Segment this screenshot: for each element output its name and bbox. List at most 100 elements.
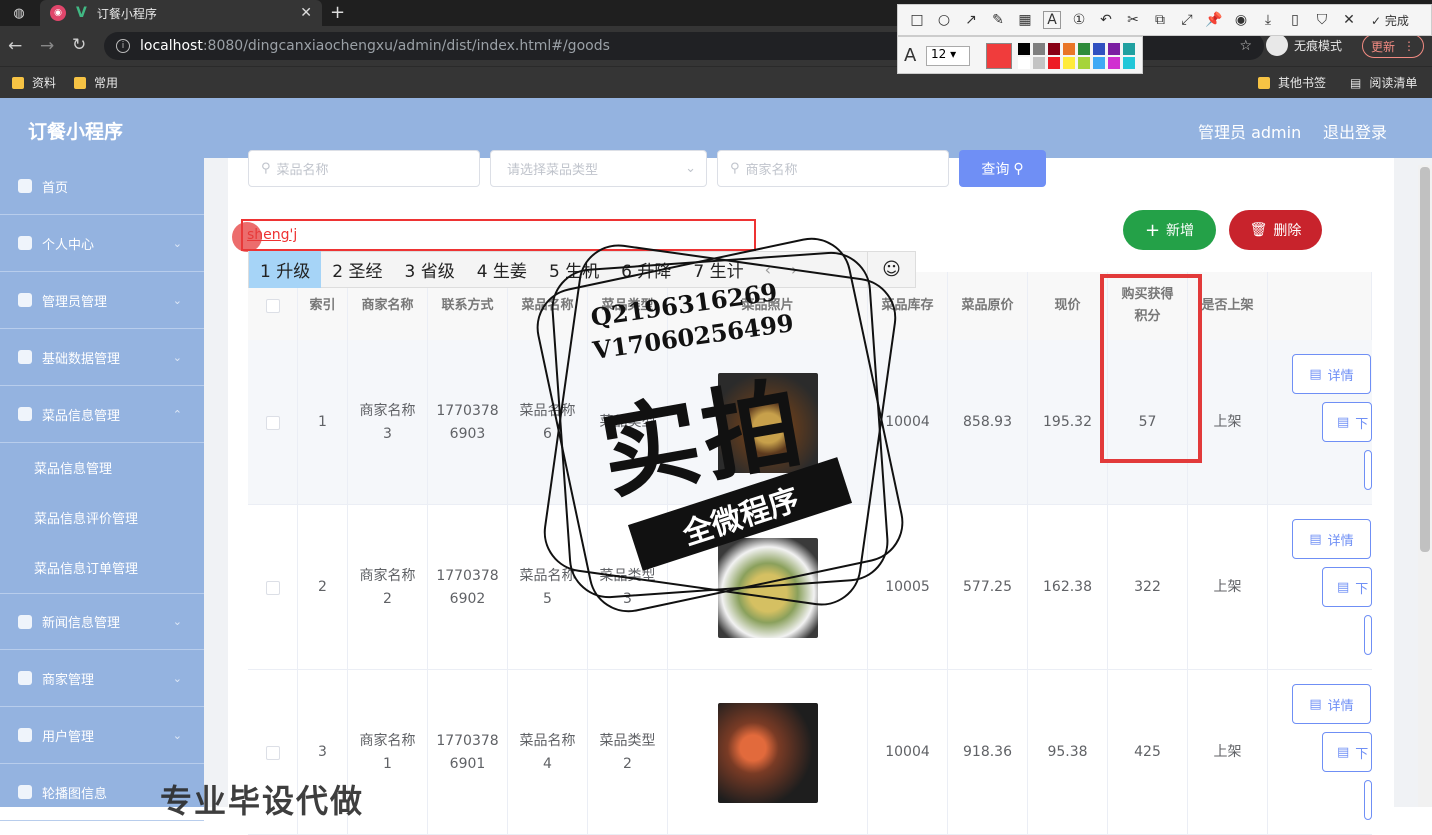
bookmark-icon[interactable]: ⛉ bbox=[1313, 12, 1331, 28]
color-swatch[interactable] bbox=[1108, 43, 1120, 55]
more-action-button[interactable] bbox=[1364, 450, 1372, 490]
color-swatch[interactable] bbox=[1093, 43, 1105, 55]
logout-link[interactable]: 退出登录 bbox=[1323, 119, 1387, 143]
font-size-select[interactable]: 12 ▾ bbox=[926, 46, 970, 66]
color-swatch[interactable] bbox=[1123, 43, 1135, 55]
more-action-button[interactable] bbox=[1364, 780, 1372, 820]
undo-icon[interactable]: ↶ bbox=[1097, 12, 1115, 28]
mosaic-tool-icon[interactable]: ▦ bbox=[1016, 12, 1034, 28]
off-shelf-button[interactable]: ▤ 下 bbox=[1322, 402, 1372, 442]
current-color[interactable] bbox=[986, 43, 1012, 69]
color-swatch[interactable] bbox=[1048, 57, 1060, 69]
bookmark-item[interactable]: 其他书签 bbox=[1258, 74, 1326, 91]
ellipse-tool-icon[interactable]: ○ bbox=[935, 12, 953, 28]
sidebar-item-news[interactable]: 新闻信息管理 ⌄ bbox=[0, 593, 204, 650]
ocr-icon[interactable]: ⧉ bbox=[1151, 12, 1169, 28]
off-shelf-button[interactable]: ▤ 下 bbox=[1322, 732, 1372, 772]
color-swatch[interactable] bbox=[1063, 57, 1075, 69]
close-icon[interactable]: ✕ bbox=[1340, 12, 1358, 28]
sidebar-item-users[interactable]: 用户管理 ⌄ bbox=[0, 707, 204, 764]
detail-button[interactable]: ▤ 详情 bbox=[1292, 354, 1371, 394]
more-action-button[interactable] bbox=[1364, 615, 1372, 655]
color-swatch[interactable] bbox=[1063, 43, 1075, 55]
sidebar-item-home[interactable]: 首页 bbox=[0, 158, 204, 215]
sidebar-subitem-dish-review[interactable]: 菜品信息评价管理 bbox=[34, 508, 138, 527]
record-icon[interactable]: ◉ bbox=[1232, 12, 1250, 28]
color-swatch[interactable] bbox=[1033, 57, 1045, 69]
ime-candidate[interactable]: 1 升级 bbox=[249, 251, 322, 288]
text-tool-icon[interactable]: A bbox=[1043, 11, 1061, 29]
color-swatch[interactable] bbox=[1018, 57, 1030, 69]
reading-list[interactable]: ▤ 阅读清单 bbox=[1350, 74, 1417, 91]
next-page-icon[interactable]: › bbox=[781, 260, 807, 279]
sidebar-item-profile[interactable]: 个人中心 ⌄ bbox=[0, 215, 204, 272]
add-button[interactable]: + 新增 bbox=[1123, 210, 1216, 250]
scrollbar-thumb[interactable] bbox=[1420, 167, 1430, 552]
pen-tool-icon[interactable]: ✎ bbox=[989, 12, 1007, 28]
color-swatch[interactable] bbox=[1078, 43, 1090, 55]
detail-label: 详情 bbox=[1327, 533, 1354, 549]
sidebar-item-label: 基础数据管理 bbox=[42, 351, 121, 367]
bookmark-item[interactable]: 资料 bbox=[12, 74, 56, 91]
color-swatch[interactable] bbox=[1018, 43, 1030, 55]
font-size-value: 12 bbox=[931, 47, 947, 61]
ime-composition-box[interactable]: sheng'j bbox=[241, 219, 756, 251]
fullscreen-icon[interactable]: ⤢ bbox=[1178, 12, 1196, 28]
ime-candidate[interactable]: 2 圣经 bbox=[321, 251, 393, 288]
annotation-toolbar: □ ○ ↗ ✎ ▦ A ① ↶ ✂ ⧉ ⤢ 📌 ◉ ⤓ ▯ ⛉ ✕ ✓ 完成 bbox=[897, 4, 1432, 36]
dish-name-search-input[interactable]: ⚲ 菜品名称 bbox=[248, 150, 480, 187]
cell-status: 上架 bbox=[1188, 670, 1268, 835]
color-swatch[interactable] bbox=[1048, 43, 1060, 55]
pin-icon[interactable]: 📌 bbox=[1205, 12, 1223, 28]
done-button[interactable]: ✓ 完成 bbox=[1371, 12, 1409, 29]
ime-candidate[interactable]: 3 省级 bbox=[393, 251, 465, 288]
download-icon[interactable]: ⤓ bbox=[1259, 12, 1277, 28]
color-swatch[interactable] bbox=[1123, 57, 1135, 69]
row-checkbox[interactable] bbox=[248, 340, 298, 505]
header-original-price: 菜品原价 bbox=[948, 272, 1028, 340]
ime-candidate[interactable]: 4 生姜 bbox=[466, 251, 538, 288]
rectangle-tool-icon[interactable]: □ bbox=[908, 12, 926, 28]
number-tool-icon[interactable]: ① bbox=[1070, 12, 1088, 28]
sidebar-item-admins[interactable]: 管理员管理 ⌄ bbox=[0, 272, 204, 329]
phone-icon[interactable]: ▯ bbox=[1286, 12, 1304, 28]
star-icon[interactable]: ☆ bbox=[1239, 38, 1252, 54]
update-button[interactable]: 更新 ⋮ bbox=[1362, 34, 1424, 58]
detail-button[interactable]: ▤ 详情 bbox=[1292, 684, 1371, 724]
sidebar-item-merchants[interactable]: 商家管理 ⌄ bbox=[0, 650, 204, 707]
query-button[interactable]: 查询 ⚲ bbox=[959, 150, 1046, 187]
prev-page-icon[interactable]: ‹ bbox=[755, 260, 781, 279]
arrow-tool-icon[interactable]: ↗ bbox=[962, 12, 980, 28]
cut-icon[interactable]: ✂ bbox=[1124, 12, 1142, 28]
emoji-icon[interactable]: ☺ bbox=[867, 251, 915, 288]
merchant-search-input[interactable]: ⚲ 商家名称 bbox=[717, 150, 949, 187]
detail-button[interactable]: ▤ 详情 bbox=[1292, 519, 1371, 559]
off-shelf-button[interactable]: ▤ 下 bbox=[1322, 567, 1372, 607]
color-swatches[interactable] bbox=[1018, 43, 1136, 69]
delete-button[interactable]: 🗑 删除 bbox=[1229, 210, 1322, 250]
reload-icon[interactable]: ↻ bbox=[72, 35, 86, 55]
sidebar-item-basedata[interactable]: 基础数据管理 ⌄ bbox=[0, 329, 204, 386]
bookmark-item[interactable]: 常用 bbox=[74, 74, 118, 91]
color-swatch[interactable] bbox=[1078, 57, 1090, 69]
incognito-indicator[interactable]: 无痕模式 bbox=[1266, 34, 1342, 56]
sidebar-item-dishes[interactable]: 菜品信息管理 ⌃ bbox=[0, 386, 204, 443]
row-checkbox[interactable] bbox=[248, 505, 298, 670]
close-tab-icon[interactable]: ✕ bbox=[300, 5, 312, 21]
globe-icon[interactable]: ◍ bbox=[0, 0, 38, 26]
sidebar-subitem-dish-order[interactable]: 菜品信息订单管理 bbox=[34, 558, 138, 577]
forward-icon[interactable]: → bbox=[40, 36, 54, 56]
ime-candidate[interactable]: 6 升降 bbox=[610, 251, 682, 288]
color-swatch[interactable] bbox=[1108, 57, 1120, 69]
info-icon[interactable]: i bbox=[116, 39, 130, 53]
ime-candidate[interactable]: 7 生计 bbox=[682, 251, 754, 288]
scrollbar[interactable] bbox=[1418, 165, 1432, 807]
sidebar-subitem-dish-info[interactable]: 菜品信息管理 bbox=[34, 458, 112, 477]
back-icon[interactable]: ← bbox=[8, 36, 22, 56]
dish-type-select[interactable]: 请选择菜品类型 ⌄ bbox=[490, 150, 707, 187]
color-swatch[interactable] bbox=[1093, 57, 1105, 69]
color-swatch[interactable] bbox=[1033, 43, 1045, 55]
ime-candidate[interactable]: 5 生机 bbox=[538, 251, 610, 288]
new-tab-icon[interactable]: + bbox=[330, 2, 345, 23]
browser-tab[interactable]: ◉ V 订餐小程序 ✕ bbox=[40, 0, 322, 26]
